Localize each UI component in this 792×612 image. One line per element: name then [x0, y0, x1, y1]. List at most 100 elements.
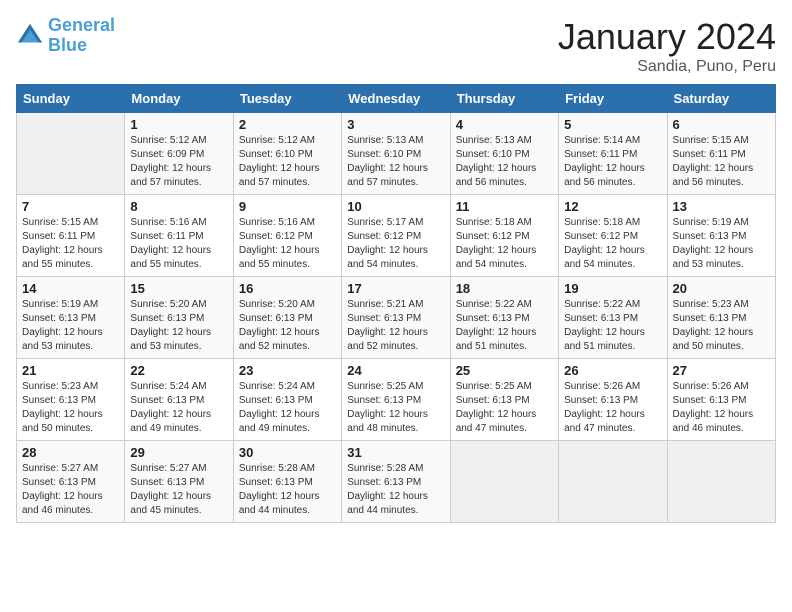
logo: General Blue [16, 16, 115, 56]
day-info: Sunrise: 5:20 AM Sunset: 6:13 PM Dayligh… [239, 298, 336, 354]
calendar-cell: 3Sunrise: 5:13 AM Sunset: 6:10 PM Daylig… [342, 113, 450, 195]
day-info: Sunrise: 5:28 AM Sunset: 6:13 PM Dayligh… [239, 462, 336, 518]
calendar-cell: 11 Sunrise: 5:18 AM Sunset: 6:12 PM Dayli… [450, 195, 558, 277]
logo-icon [16, 22, 44, 50]
day-info: Sunrise: 5:27 AM Sunset: 6:13 PM Dayligh… [130, 462, 227, 518]
day-info: Sunrise: 5:27 AM Sunset: 6:13 PM Dayligh… [22, 462, 119, 518]
column-header-tuesday: Tuesday [233, 85, 341, 113]
calendar-cell [667, 441, 775, 523]
calendar-cell: 24 Sunrise: 5:25 AM Sunset: 6:13 PM Dayli… [342, 359, 450, 441]
calendar-cell: 29 Sunrise: 5:27 AM Sunset: 6:13 PM Dayli… [125, 441, 233, 523]
day-info: Sunrise: 5:18 AM Sunset: 6:12 PM Dayligh… [456, 216, 553, 272]
column-header-friday: Friday [559, 85, 667, 113]
calendar-week-4: 21 Sunrise: 5:23 AM Sunset: 6:13 PM Dayli… [17, 359, 776, 441]
day-number: 1 [130, 117, 227, 132]
day-info: Sunrise: 5:13 AM Sunset: 6:10 PM Dayligh… [456, 134, 553, 190]
day-number: 15 [130, 281, 227, 296]
day-number: 4 [456, 117, 553, 132]
calendar-table: SundayMondayTuesdayWednesdayThursdayFrid… [16, 84, 776, 523]
column-header-saturday: Saturday [667, 85, 775, 113]
calendar-cell: 18 Sunrise: 5:22 AM Sunset: 6:13 PM Dayli… [450, 277, 558, 359]
calendar-cell [17, 113, 125, 195]
day-info: Sunrise: 5:17 AM Sunset: 6:12 PM Dayligh… [347, 216, 444, 272]
day-info: Sunrise: 5:14 AM Sunset: 6:11 PM Dayligh… [564, 134, 661, 190]
day-info: Sunrise: 5:26 AM Sunset: 6:13 PM Dayligh… [564, 380, 661, 436]
calendar-cell: 5 Sunrise: 5:14 AM Sunset: 6:11 PM Daylig… [559, 113, 667, 195]
day-info: Sunrise: 5:20 AM Sunset: 6:13 PM Dayligh… [130, 298, 227, 354]
day-number: 2 [239, 117, 336, 132]
page-header: General Blue January 2024 Sandia, Puno, … [16, 16, 776, 76]
column-header-sunday: Sunday [17, 85, 125, 113]
calendar-cell: 7 Sunrise: 5:15 AM Sunset: 6:11 PM Daylig… [17, 195, 125, 277]
day-number: 26 [564, 363, 661, 378]
day-info: Sunrise: 5:16 AM Sunset: 6:12 PM Dayligh… [239, 216, 336, 272]
calendar-cell: 28 Sunrise: 5:27 AM Sunset: 6:13 PM Dayli… [17, 441, 125, 523]
day-number: 28 [22, 445, 119, 460]
calendar-week-2: 7 Sunrise: 5:15 AM Sunset: 6:11 PM Daylig… [17, 195, 776, 277]
day-number: 20 [673, 281, 770, 296]
calendar-cell: 23Sunrise: 5:24 AM Sunset: 6:13 PM Dayli… [233, 359, 341, 441]
calendar-cell: 15 Sunrise: 5:20 AM Sunset: 6:13 PM Dayli… [125, 277, 233, 359]
day-info: Sunrise: 5:23 AM Sunset: 6:13 PM Dayligh… [673, 298, 770, 354]
day-number: 17 [347, 281, 444, 296]
day-number: 31 [347, 445, 444, 460]
day-number: 30 [239, 445, 336, 460]
day-number: 6 [673, 117, 770, 132]
calendar-week-3: 14Sunrise: 5:19 AM Sunset: 6:13 PM Dayli… [17, 277, 776, 359]
calendar-cell: 9 Sunrise: 5:16 AM Sunset: 6:12 PM Daylig… [233, 195, 341, 277]
calendar-cell: 10 Sunrise: 5:17 AM Sunset: 6:12 PM Dayli… [342, 195, 450, 277]
day-info: Sunrise: 5:22 AM Sunset: 6:13 PM Dayligh… [456, 298, 553, 354]
day-number: 5 [564, 117, 661, 132]
day-info: Sunrise: 5:22 AM Sunset: 6:13 PM Dayligh… [564, 298, 661, 354]
calendar-cell: 4 Sunrise: 5:13 AM Sunset: 6:10 PM Daylig… [450, 113, 558, 195]
calendar-cell: 16 Sunrise: 5:20 AM Sunset: 6:13 PM Dayli… [233, 277, 341, 359]
calendar-cell: 27 Sunrise: 5:26 AM Sunset: 6:13 PM Dayli… [667, 359, 775, 441]
calendar-week-1: 1 Sunrise: 5:12 AM Sunset: 6:09 PM Daylig… [17, 113, 776, 195]
day-number: 10 [347, 199, 444, 214]
logo-text: General Blue [48, 16, 115, 56]
day-number: 21 [22, 363, 119, 378]
column-headers: SundayMondayTuesdayWednesdayThursdayFrid… [17, 85, 776, 113]
column-header-wednesday: Wednesday [342, 85, 450, 113]
day-info: Sunrise: 5:28 AM Sunset: 6:13 PM Dayligh… [347, 462, 444, 518]
day-info: Sunrise: 5:24 AM Sunset: 6:13 PM Dayligh… [130, 380, 227, 436]
day-info: Sunrise: 5:15 AM Sunset: 6:11 PM Dayligh… [673, 134, 770, 190]
day-info: Sunrise: 5:16 AM Sunset: 6:11 PM Dayligh… [130, 216, 227, 272]
column-header-thursday: Thursday [450, 85, 558, 113]
day-number: 18 [456, 281, 553, 296]
calendar-cell: 17 Sunrise: 5:21 AM Sunset: 6:13 PM Dayli… [342, 277, 450, 359]
day-number: 12 [564, 199, 661, 214]
calendar-cell: 31 Sunrise: 5:28 AM Sunset: 6:13 PM Dayli… [342, 441, 450, 523]
day-number: 11 [456, 199, 553, 214]
day-number: 3 [347, 117, 444, 132]
day-info: Sunrise: 5:23 AM Sunset: 6:13 PM Dayligh… [22, 380, 119, 436]
day-info: Sunrise: 5:19 AM Sunset: 6:13 PM Dayligh… [22, 298, 119, 354]
calendar-week-5: 28 Sunrise: 5:27 AM Sunset: 6:13 PM Dayli… [17, 441, 776, 523]
calendar-cell: 19Sunrise: 5:22 AM Sunset: 6:13 PM Dayli… [559, 277, 667, 359]
day-info: Sunrise: 5:12 AM Sunset: 6:09 PM Dayligh… [130, 134, 227, 190]
calendar-cell: 12 Sunrise: 5:18 AM Sunset: 6:12 PM Dayli… [559, 195, 667, 277]
day-number: 24 [347, 363, 444, 378]
day-number: 16 [239, 281, 336, 296]
column-header-monday: Monday [125, 85, 233, 113]
calendar-cell: 25Sunrise: 5:25 AM Sunset: 6:13 PM Dayli… [450, 359, 558, 441]
day-info: Sunrise: 5:15 AM Sunset: 6:11 PM Dayligh… [22, 216, 119, 272]
day-number: 27 [673, 363, 770, 378]
day-number: 9 [239, 199, 336, 214]
calendar-title: January 2024 [558, 16, 776, 58]
calendar-cell: 1 Sunrise: 5:12 AM Sunset: 6:09 PM Daylig… [125, 113, 233, 195]
title-block: January 2024 Sandia, Puno, Peru [558, 16, 776, 76]
day-info: Sunrise: 5:26 AM Sunset: 6:13 PM Dayligh… [673, 380, 770, 436]
day-number: 8 [130, 199, 227, 214]
day-number: 7 [22, 199, 119, 214]
day-info: Sunrise: 5:21 AM Sunset: 6:13 PM Dayligh… [347, 298, 444, 354]
calendar-subtitle: Sandia, Puno, Peru [558, 58, 776, 76]
day-info: Sunrise: 5:12 AM Sunset: 6:10 PM Dayligh… [239, 134, 336, 190]
logo-line1: General [48, 15, 115, 35]
day-number: 29 [130, 445, 227, 460]
day-number: 22 [130, 363, 227, 378]
calendar-cell: 21 Sunrise: 5:23 AM Sunset: 6:13 PM Dayli… [17, 359, 125, 441]
logo-line2: Blue [48, 35, 87, 55]
day-info: Sunrise: 5:18 AM Sunset: 6:12 PM Dayligh… [564, 216, 661, 272]
day-info: Sunrise: 5:25 AM Sunset: 6:13 PM Dayligh… [347, 380, 444, 436]
